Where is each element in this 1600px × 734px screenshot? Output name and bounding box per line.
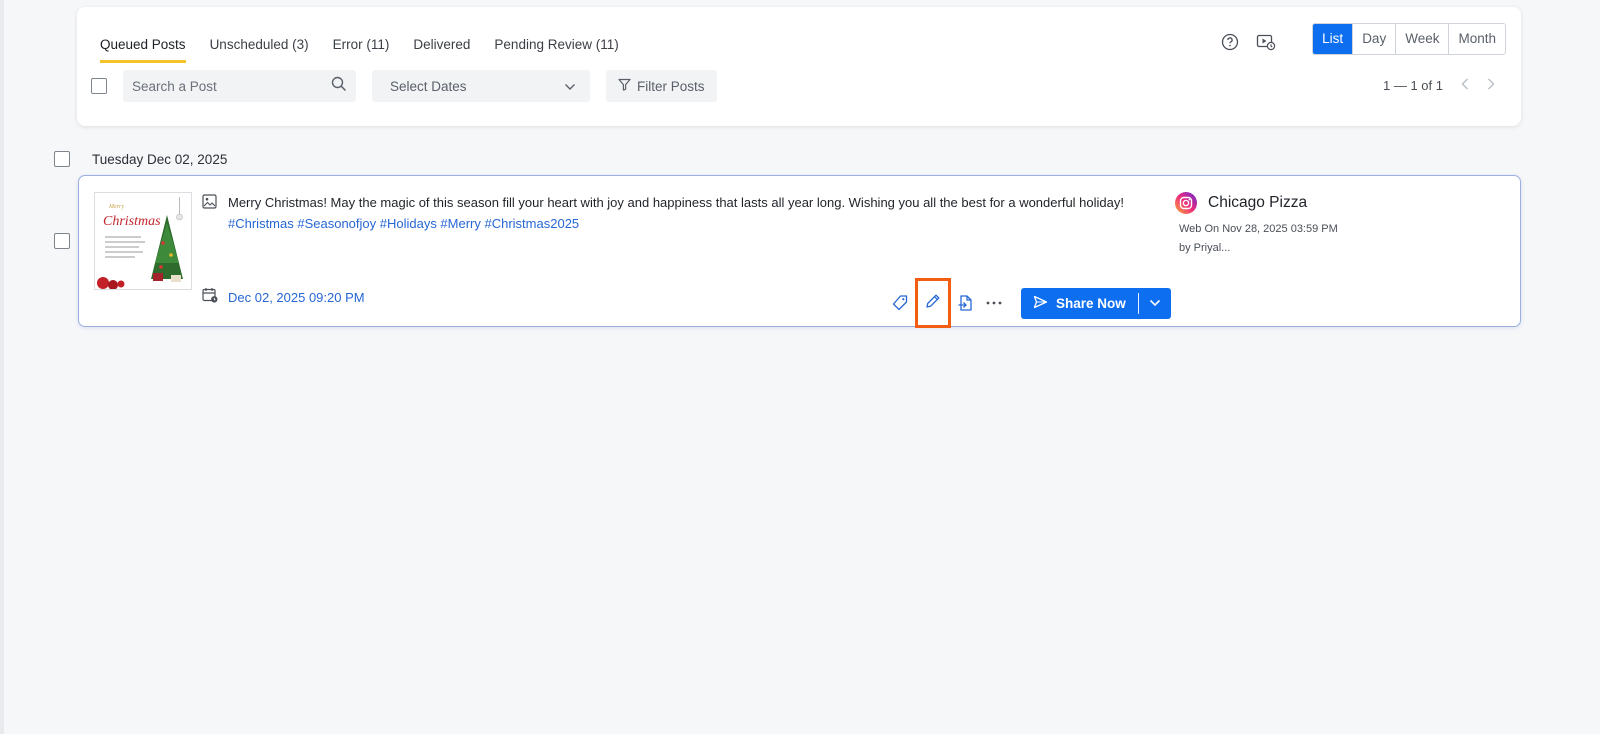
pencil-icon bbox=[925, 293, 941, 314]
duplicate-post-icon[interactable] bbox=[952, 289, 980, 317]
post-hashtags[interactable]: #Christmas #Seasonofjoy #Holidays #Merry… bbox=[228, 213, 1128, 234]
post-thumbnail[interactable]: Merry Christmas bbox=[94, 192, 192, 290]
filter-posts-button[interactable]: Filter Posts bbox=[606, 70, 717, 102]
search-box bbox=[123, 70, 356, 102]
filter-icon bbox=[618, 78, 631, 94]
group-select-checkbox[interactable] bbox=[54, 151, 70, 167]
toolbar-icons bbox=[1219, 31, 1277, 53]
post-meta: Web On Nov 28, 2025 03:59 PM by Priyal..… bbox=[1179, 220, 1338, 258]
chevron-down-icon bbox=[564, 79, 576, 94]
thumbnail-merry: Merry bbox=[108, 204, 124, 210]
tab-delivered[interactable]: Delivered bbox=[413, 31, 470, 63]
search-icon[interactable] bbox=[331, 76, 347, 97]
pagination-range: 1 — 1 of 1 bbox=[1383, 77, 1443, 93]
view-week-button[interactable]: Week bbox=[1395, 24, 1449, 54]
send-icon bbox=[1033, 295, 1048, 312]
author-text: by Priyal... bbox=[1179, 242, 1231, 254]
group-date-label: Tuesday Dec 02, 2025 bbox=[92, 151, 228, 167]
help-icon[interactable] bbox=[1219, 31, 1241, 53]
date-group-header: Tuesday Dec 02, 2025 bbox=[54, 151, 227, 167]
view-list-button[interactable]: List bbox=[1313, 24, 1353, 54]
filter-posts-label: Filter Posts bbox=[637, 78, 705, 94]
share-now-label: Share Now bbox=[1056, 295, 1126, 311]
search-input[interactable] bbox=[132, 78, 331, 94]
date-range-select[interactable]: Select Dates bbox=[372, 70, 590, 102]
share-options-dropdown[interactable] bbox=[1139, 288, 1171, 319]
share-now-split-button: Share Now bbox=[1021, 287, 1171, 319]
post-schedule: Dec 02, 2025 09:20 PM bbox=[202, 287, 365, 308]
instagram-icon bbox=[1175, 192, 1197, 214]
filter-row: Select Dates Filter Posts bbox=[91, 70, 717, 102]
chevron-down-icon bbox=[1149, 294, 1161, 312]
view-day-button[interactable]: Day bbox=[1352, 24, 1396, 54]
post-status-tabs: Queued Posts Unscheduled (3) Error (11) … bbox=[100, 31, 643, 63]
tab-error[interactable]: Error (11) bbox=[333, 31, 390, 63]
post-card[interactable]: Merry Christmas Merry Christmas! May the… bbox=[78, 175, 1521, 328]
prev-page-icon[interactable] bbox=[1461, 77, 1469, 93]
share-divider bbox=[1137, 292, 1139, 314]
more-options-icon[interactable] bbox=[980, 289, 1008, 317]
tab-queued-posts[interactable]: Queued Posts bbox=[100, 31, 186, 63]
next-page-icon[interactable] bbox=[1487, 77, 1495, 93]
tag-icon[interactable] bbox=[886, 289, 914, 317]
account-header: Chicago Pizza bbox=[1175, 192, 1338, 214]
image-media-icon bbox=[202, 194, 217, 214]
date-select-label: Select Dates bbox=[390, 78, 467, 94]
tab-pending-review[interactable]: Pending Review (11) bbox=[494, 31, 618, 63]
post-caption-text: Merry Christmas! May the magic of this s… bbox=[228, 195, 1124, 210]
account-name[interactable]: Chicago Pizza bbox=[1208, 194, 1307, 212]
calendar-view-toggle: List Day Week Month bbox=[1312, 23, 1506, 55]
scheduled-time-link[interactable]: Dec 02, 2025 09:20 PM bbox=[228, 290, 365, 305]
social-account: Chicago Pizza Web On Nov 28, 2025 03:59 … bbox=[1175, 192, 1338, 258]
pagination: 1 — 1 of 1 bbox=[1383, 77, 1495, 93]
edit-post-button[interactable] bbox=[915, 278, 951, 328]
view-month-button[interactable]: Month bbox=[1448, 24, 1505, 54]
calendar-clock-icon bbox=[202, 287, 218, 308]
thumbnail-christmas: Christmas bbox=[103, 214, 161, 229]
created-on-text: Web On Nov 28, 2025 03:59 PM bbox=[1179, 223, 1338, 235]
post-actions: Share Now bbox=[886, 278, 1171, 328]
select-all-checkbox[interactable] bbox=[91, 78, 107, 94]
post-caption: Merry Christmas! May the magic of this s… bbox=[228, 192, 1128, 234]
share-now-button[interactable]: Share Now bbox=[1021, 288, 1138, 319]
left-edge-strip bbox=[0, 0, 4, 734]
post-select-checkbox[interactable] bbox=[54, 233, 70, 249]
posts-toolbar-panel: Queued Posts Unscheduled (3) Error (11) … bbox=[77, 7, 1521, 126]
video-tutorial-icon[interactable] bbox=[1255, 31, 1277, 53]
tab-unscheduled[interactable]: Unscheduled (3) bbox=[210, 31, 309, 63]
